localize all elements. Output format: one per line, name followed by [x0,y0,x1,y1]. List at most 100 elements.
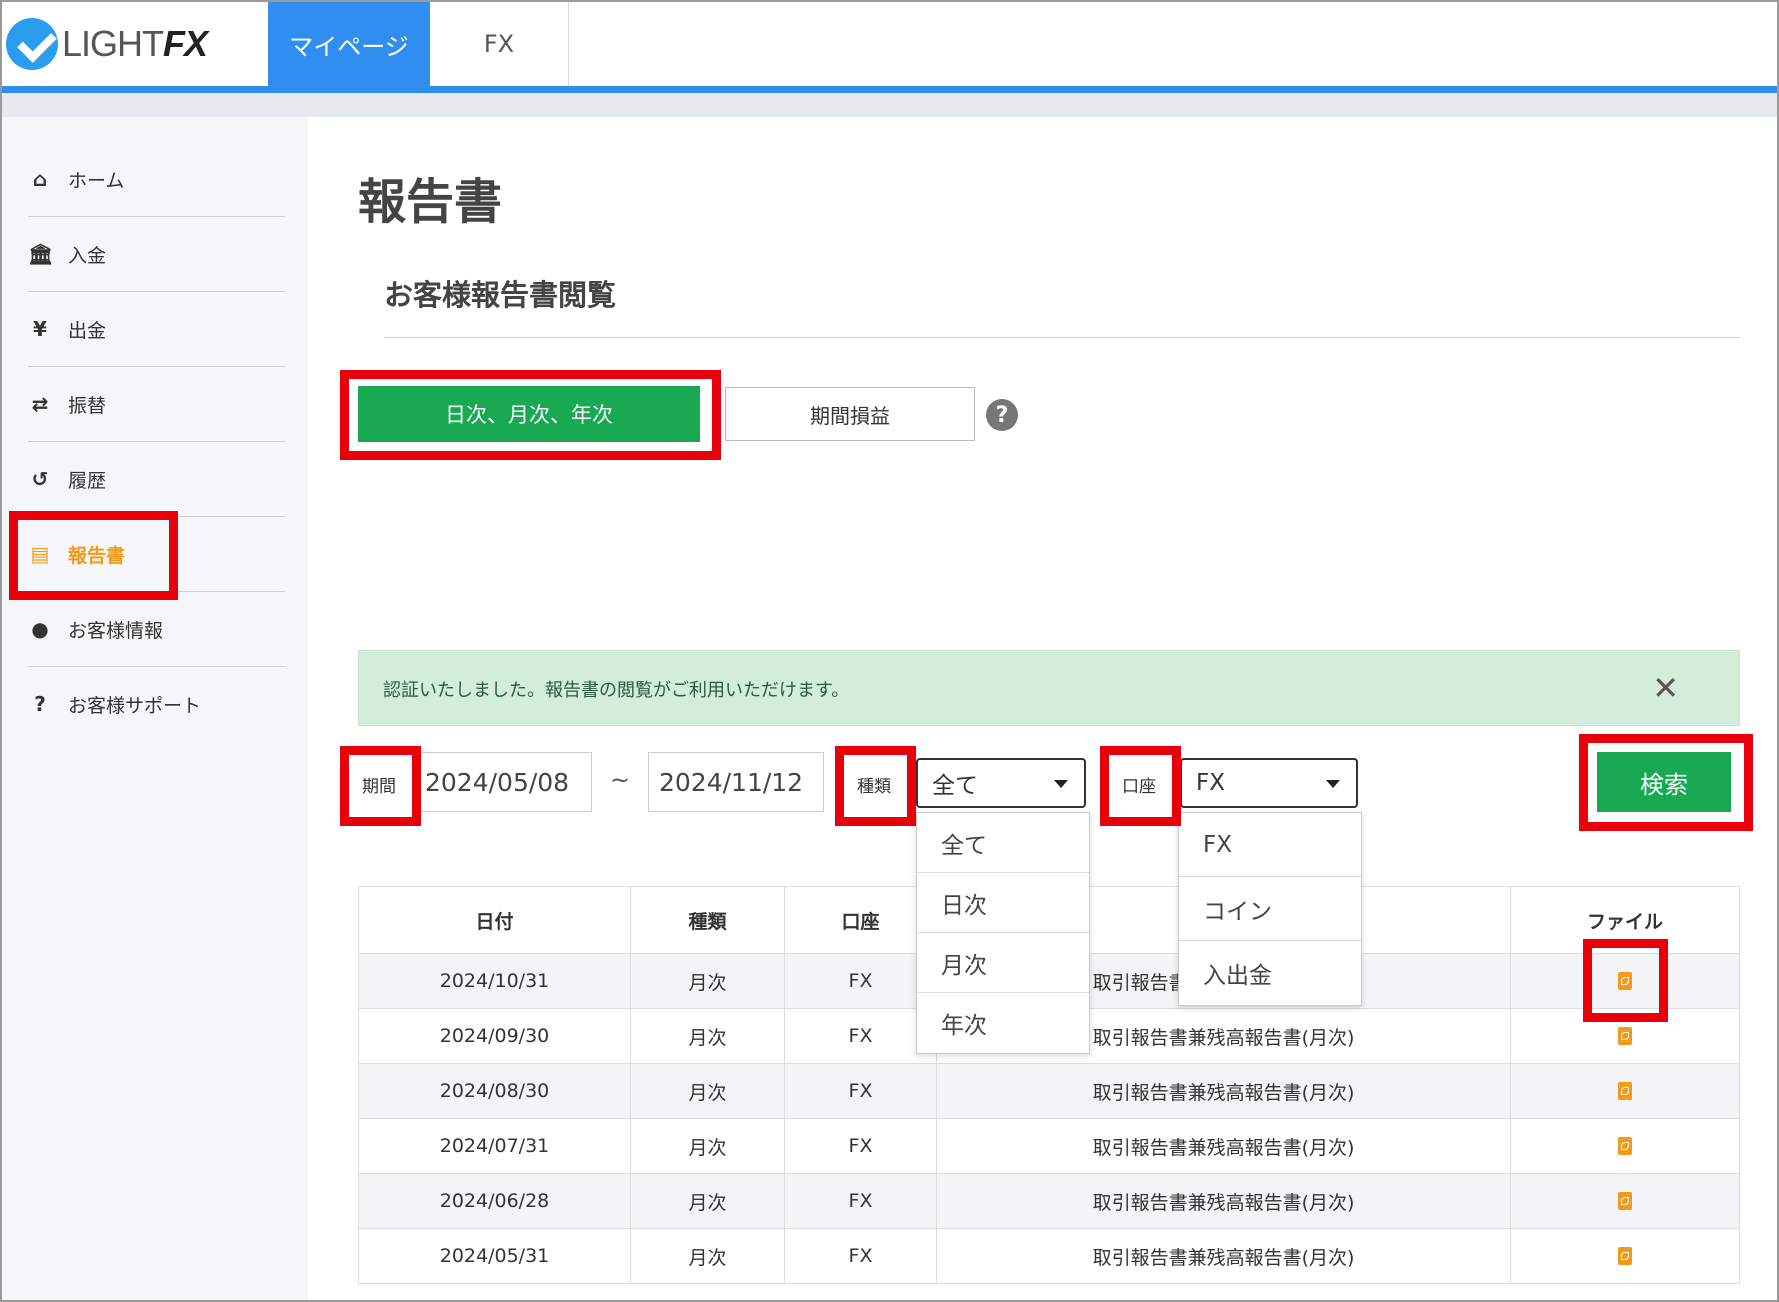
table-row: 2024/07/31 月次 FX 取引報告書兼残高報告書(月次) [359,1119,1739,1174]
sidebar-item-label: 履歴 [68,469,107,492]
cell-date: 2024/10/31 [359,954,631,1008]
cell-file [1511,954,1739,1008]
cell-account: FX [785,1009,937,1063]
pdf-icon[interactable] [1618,972,1632,990]
history-icon: ↺ [31,467,49,491]
sidebar-item-label: 出金 [68,319,107,342]
pdf-icon[interactable] [1618,1192,1632,1210]
help-icon[interactable]: ? [986,399,1018,431]
cell-type: 月次 [631,1064,785,1118]
home-icon: ⌂ [32,167,48,191]
table-row: 2024/08/30 月次 FX 取引報告書兼残高報告書(月次) [359,1064,1739,1119]
screenshot-frame: LIGHTFX マイページ FX ⌂ ホーム 🏛 入金 ¥ 出金 ⇄ 振替 ↺ … [0,0,1779,1302]
type-label: 種類 [857,776,891,797]
success-alert: 認証いたしました。報告書の閲覧がご利用いただけます。 ✕ [358,650,1740,726]
cell-account: FX [785,1229,937,1283]
cell-type: 月次 [631,1229,785,1283]
type-option-daily[interactable]: 日次 [917,873,1089,933]
page-title: 報告書 [358,174,503,230]
sidebar-item-reports[interactable]: ▤ 報告書 [28,517,285,592]
cell-file [1511,1229,1739,1283]
type-option-yearly[interactable]: 年次 [917,993,1089,1053]
cell-account: FX [785,1064,937,1118]
type-option-all[interactable]: 全て [917,813,1089,873]
table-row: 2024/05/31 月次 FX 取引報告書兼残高報告書(月次) [359,1229,1739,1283]
sidebar: ⌂ ホーム 🏛 入金 ¥ 出金 ⇄ 振替 ↺ 履歴 ▤ 報告書 ● お客様情報 … [2,117,308,1300]
sidebar-item-label: 報告書 [68,544,126,567]
date-to-input[interactable]: 2024/11/12 [648,752,824,812]
cell-type: 月次 [631,1009,785,1063]
cell-report-name: 取引報告書兼残高報告書(月次) [937,1119,1511,1173]
tab-fx[interactable]: FX [430,2,569,86]
account-label: 口座 [1122,776,1156,797]
cell-file [1511,1119,1739,1173]
cell-report-name: 取引報告書兼残高報告書(月次) [937,1229,1511,1283]
sidebar-item-support[interactable]: ? お客様サポート [28,667,285,741]
yen-icon: ¥ [33,317,47,341]
cell-account: FX [785,1174,937,1228]
cell-type: 月次 [631,954,785,1008]
cell-type: 月次 [631,1174,785,1228]
user-icon: ● [31,617,49,641]
type-select-value: 全て [932,773,978,799]
sidebar-item-customer-info[interactable]: ● お客様情報 [28,592,285,667]
pdf-icon[interactable] [1618,1027,1632,1045]
cell-date: 2024/07/31 [359,1119,631,1173]
periodic-report-button[interactable]: 日次、月次、年次 [358,386,700,442]
cell-report-name: 取引報告書兼残高報告書(月次) [937,1174,1511,1228]
pdf-icon[interactable] [1618,1247,1632,1265]
search-button[interactable]: 検索 [1597,752,1731,812]
account-option-fx[interactable]: FX [1179,813,1361,877]
account-select[interactable]: FX [1180,758,1358,808]
pdf-icon[interactable] [1618,1137,1632,1155]
logo-mark-icon [6,18,58,70]
tab-mypage[interactable]: マイページ [268,2,430,86]
cell-date: 2024/06/28 [359,1174,631,1228]
type-option-monthly[interactable]: 月次 [917,933,1089,993]
sidebar-item-label: お客様サポート [68,694,202,717]
light-fx-logo[interactable]: LIGHTFX [6,18,208,70]
col-date: 日付 [359,887,631,953]
account-select-value: FX [1196,770,1225,796]
cell-file [1511,1009,1739,1063]
sidebar-item-history[interactable]: ↺ 履歴 [28,442,285,517]
pdf-icon[interactable] [1618,1082,1632,1100]
sidebar-item-withdraw[interactable]: ¥ 出金 [28,292,285,367]
cell-account: FX [785,954,937,1008]
question-icon: ? [34,692,46,716]
account-option-deposit-withdraw[interactable]: 入出金 [1179,941,1361,1005]
date-range-separator: ~ [610,766,631,794]
transfer-icon: ⇄ [31,392,49,416]
cell-date: 2024/08/30 [359,1064,631,1118]
cell-file [1511,1064,1739,1118]
close-icon[interactable]: ✕ [1652,669,1679,707]
bank-icon: 🏛 [28,242,54,266]
date-from-input[interactable]: 2024/05/08 [414,752,592,812]
sidebar-item-label: ホーム [68,169,125,192]
sidebar-item-deposit[interactable]: 🏛 入金 [28,217,285,292]
type-select[interactable]: 全て [916,758,1086,808]
chevron-down-icon [1326,780,1340,788]
table-row: 2024/06/28 月次 FX 取引報告書兼残高報告書(月次) [359,1174,1739,1229]
cell-account: FX [785,1119,937,1173]
col-file: ファイル [1586,910,1663,933]
section-divider [384,337,1740,338]
cell-file [1511,1174,1739,1228]
sidebar-item-label: 振替 [68,394,107,417]
cell-date: 2024/05/31 [359,1229,631,1283]
alert-message: 認証いたしました。報告書の閲覧がご利用いただけます。 [383,680,850,701]
cell-report-name: 取引報告書兼残高報告書(月次) [937,1064,1511,1118]
logo-text: LIGHTFX [62,23,208,64]
chevron-down-icon [1054,780,1068,788]
period-pnl-button[interactable]: 期間損益 [725,387,975,441]
sidebar-item-label: お客様情報 [68,619,164,642]
col-type: 種類 [631,887,785,953]
sidebar-item-transfer[interactable]: ⇄ 振替 [28,367,285,442]
account-option-coin[interactable]: コイン [1179,877,1361,941]
cell-date: 2024/09/30 [359,1009,631,1063]
col-account: 口座 [785,887,937,953]
section-title: お客様報告書閲覧 [384,278,617,312]
sidebar-item-home[interactable]: ⌂ ホーム [28,142,285,217]
account-dropdown-menu: FX コイン 入出金 [1178,812,1362,1006]
type-dropdown-menu: 全て 日次 月次 年次 [916,812,1090,1054]
